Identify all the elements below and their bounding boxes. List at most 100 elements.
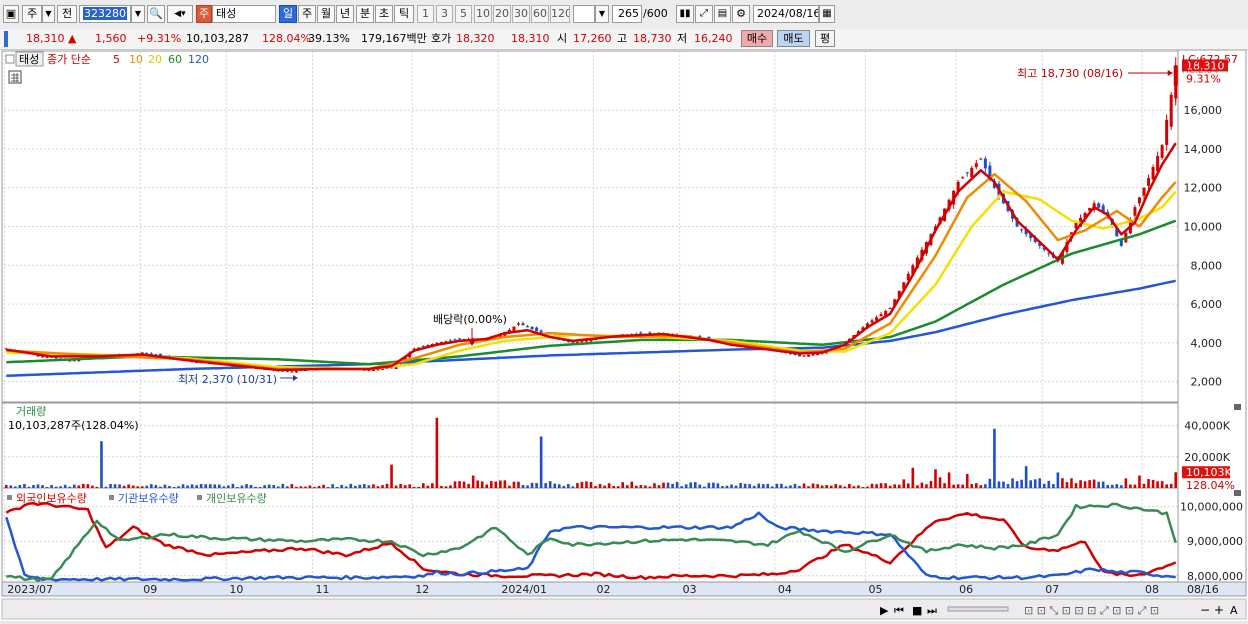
market-dropdown-icon[interactable]: ▼	[42, 5, 55, 23]
volume-bar	[27, 486, 31, 488]
x-axis-label: 08	[1145, 583, 1159, 596]
zoom-in-icon[interactable]: +	[1214, 603, 1224, 617]
volume-bar	[843, 486, 847, 488]
volume-bar	[494, 481, 498, 488]
volume-bar	[1097, 481, 1100, 488]
legend-ma10[interactable]: 10	[129, 53, 143, 66]
sound-icon[interactable]: ◀▾	[167, 5, 193, 23]
volume-bars	[4, 417, 1178, 488]
volume-bar	[974, 483, 978, 488]
volume-bar	[1070, 478, 1073, 488]
volume-bar	[127, 484, 130, 488]
auto-scale-icon[interactable]: A	[1230, 604, 1238, 617]
window-menu-icon[interactable]: ▣	[3, 5, 19, 23]
volume-bar	[707, 482, 711, 488]
multiplier-1[interactable]: 1	[417, 5, 434, 23]
save-icon[interactable]: ▤	[714, 5, 731, 23]
custom-multiplier-dropdown-icon[interactable]: ▼	[595, 5, 609, 23]
volume-bar	[403, 485, 407, 488]
gear-icon[interactable]: ⚙	[732, 5, 750, 23]
volume-bar	[548, 481, 552, 488]
stock-name-field[interactable]: 태성	[212, 5, 276, 23]
scroll-end-icon[interactable]: ⏭	[927, 604, 937, 617]
buy-button[interactable]: 매수	[741, 30, 773, 47]
average-button[interactable]: 평	[815, 30, 835, 47]
scroll-right-icon[interactable]: ▶	[880, 604, 889, 617]
calendar-icon[interactable]: ▦	[819, 5, 835, 23]
volume-bar	[50, 485, 53, 488]
x-axis-label: 11	[315, 583, 329, 596]
draw-tool-icon[interactable]: ⤢	[695, 5, 713, 23]
multiplier-30[interactable]: 30	[512, 5, 530, 23]
scroll-slider[interactable]	[947, 606, 1009, 612]
period-month[interactable]: 월	[317, 5, 335, 23]
holdings-axis-label: 9,000,000	[1187, 535, 1243, 548]
legend-collapse-icon[interactable]	[5, 54, 15, 64]
volume-bar	[59, 486, 62, 488]
volume-bar	[453, 481, 457, 488]
volume-bar	[1015, 481, 1019, 488]
volume-bar	[9, 485, 13, 488]
code-dropdown-icon[interactable]: ▼	[131, 5, 145, 23]
multiplier-3[interactable]: 3	[436, 5, 453, 23]
volume-bar	[140, 486, 144, 488]
candle-body	[580, 341, 584, 343]
volume-bar	[961, 484, 964, 488]
volume-bar	[412, 486, 416, 488]
volume-bar	[136, 486, 140, 488]
chart-area[interactable]: 16,000 14,000 12,000 10,000 8,000 6,000 4,000 2…	[0, 49, 1248, 621]
stock-code-input[interactable]: 323280	[79, 5, 131, 23]
period-week[interactable]: 주	[298, 5, 316, 23]
count-input[interactable]: 265	[612, 5, 642, 23]
candle-type-icon[interactable]: ▮▮	[676, 5, 694, 23]
search-icon[interactable]: 🔍	[147, 5, 165, 23]
multiplier-20[interactable]: 20	[493, 5, 511, 23]
holdings-axis-label: 10,000,000	[1180, 501, 1243, 514]
volume-bar	[988, 478, 992, 488]
volume-bar	[508, 485, 511, 488]
multiplier-10[interactable]: 10	[474, 5, 492, 23]
legend-ma20[interactable]: 20	[148, 53, 162, 66]
period-day[interactable]: 일	[279, 5, 297, 23]
scroll-fast-left-icon[interactable]: ⏮	[894, 604, 904, 617]
volume-bar	[721, 486, 724, 488]
legend-individual[interactable]: 개인보유수량	[206, 492, 267, 505]
legend-ma60[interactable]: 60	[168, 53, 182, 66]
zoom-out-icon[interactable]: −	[1200, 603, 1210, 617]
candle-body	[1142, 187, 1146, 196]
legend-ma5[interactable]: 5	[113, 53, 120, 66]
candle-body	[294, 370, 298, 373]
market-select[interactable]: 주	[22, 5, 42, 23]
sell-button[interactable]: 매도	[777, 30, 810, 47]
legend-ma120[interactable]: 120	[188, 53, 209, 66]
custom-multiplier-input[interactable]	[573, 5, 595, 23]
volume-bar	[267, 484, 271, 488]
stop-icon[interactable]: ■	[912, 604, 922, 617]
volume-bar	[562, 485, 566, 488]
volume-bar	[798, 485, 801, 488]
volume-bar	[539, 436, 543, 488]
multiplier-60[interactable]: 60	[531, 5, 549, 23]
chart-svg[interactable]: 16,000 14,000 12,000 10,000 8,000 6,000 4,000 2…	[0, 49, 1248, 621]
candle-body	[807, 354, 811, 357]
volume-bar	[190, 484, 194, 488]
prev-button[interactable]: 전	[57, 5, 77, 23]
period-second[interactable]: 초	[375, 5, 393, 23]
volume-bar	[1065, 482, 1069, 488]
volume-bar	[512, 481, 516, 488]
volume-bar	[612, 485, 615, 488]
multiplier-5[interactable]: 5	[455, 5, 472, 23]
period-year[interactable]: 년	[336, 5, 354, 23]
volume-bar	[154, 485, 158, 488]
date-input[interactable]: 2024/08/16	[753, 5, 819, 23]
legend-foreign[interactable]: 외국인보유수량	[16, 492, 87, 505]
zoom-tool-icons[interactable]: ⊡ ⊡ ⤡ ⊡ ⊡ ⊡ ⤢ ⊡ ⊡ ⤢ ⊡	[1024, 604, 1159, 617]
volume-bar	[367, 485, 371, 488]
volume-bar	[811, 483, 815, 488]
period-minute[interactable]: 분	[356, 5, 374, 23]
volume-bar	[984, 484, 987, 488]
legend-institution[interactable]: 기관보유수량	[118, 492, 179, 505]
volume-bar	[476, 480, 479, 488]
multiplier-120[interactable]: 120	[550, 5, 570, 23]
period-tick[interactable]: 틱	[394, 5, 414, 23]
